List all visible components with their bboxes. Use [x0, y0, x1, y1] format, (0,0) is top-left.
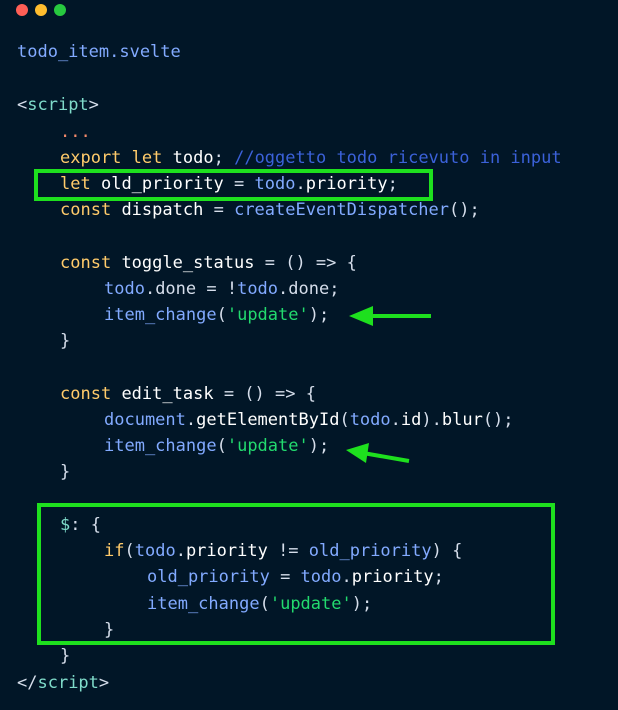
arrow-left-icon [346, 443, 410, 463]
code-line-edit-task: const edit_task = () => { [60, 384, 316, 404]
code-line-brace-1: } [60, 331, 71, 351]
highlight-box-old-priority [34, 169, 433, 201]
code-line-get-element: document.getElementById(todo.id).blur(); [104, 410, 514, 430]
code-line-ellipsis: ... [60, 122, 91, 142]
code-line-export: export let todo; //oggetto todo ricevuto… [60, 148, 562, 168]
code-line-script-open: <script> [17, 95, 99, 115]
code-line-todo-done: todo.done = !todo.done; [104, 279, 340, 299]
file-name: todo_item.svelte [17, 42, 181, 62]
code-line-script-close: </script> [17, 673, 110, 693]
code-line-item-change-1: item_change('update'); [104, 305, 330, 325]
code-line-toggle-status: const toggle_status = () => { [60, 253, 357, 273]
arrow-left-icon [349, 306, 431, 326]
code-line-brace-4: } [60, 646, 71, 666]
code-line-brace-2: } [60, 462, 71, 482]
code-window: todo_item.svelte <script> ... export let… [0, 0, 618, 710]
highlight-box-reactive-block [37, 503, 555, 645]
code-line-item-change-2: item_change('update'); [104, 436, 330, 456]
